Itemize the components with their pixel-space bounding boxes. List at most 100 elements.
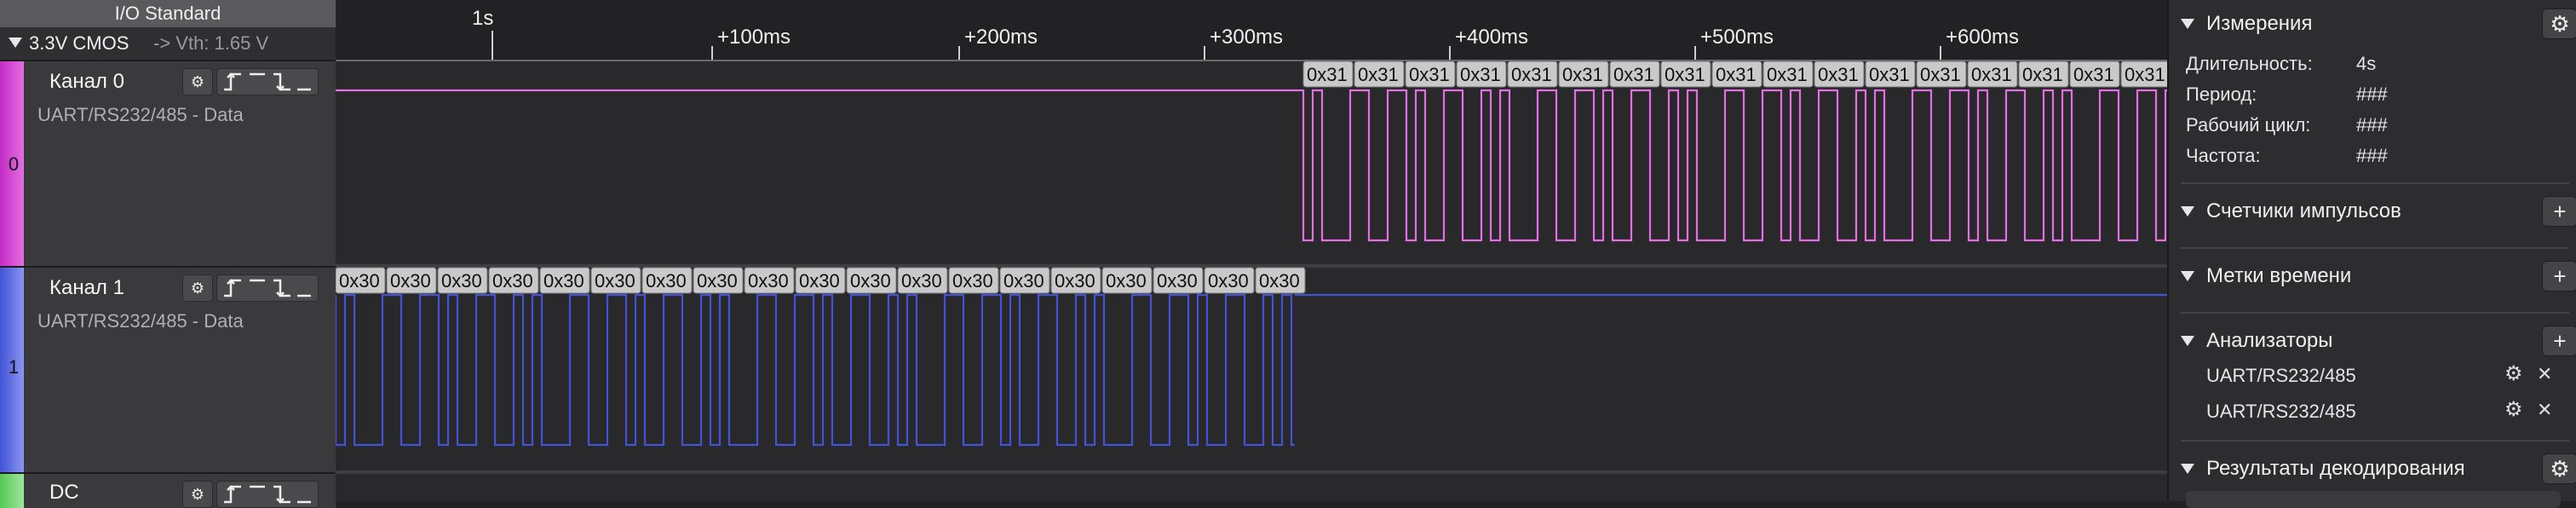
channel-1-decode-label[interactable]: 0x30 [846,267,897,294]
channel-0-decode-label[interactable]: 0x31 [1916,61,1967,88]
channel-1-controls: ⚙ [182,274,319,302]
side-panel: Измерения ⚙ Длительность: 4s Период: ###… [2167,0,2576,508]
channel-1-decode-label[interactable]: 0x30 [744,267,795,294]
decode-label-text: 0x30 [850,270,891,292]
channel-1-decode-label[interactable]: 0x30 [1255,267,1306,294]
decode-label-text: 0x30 [1055,270,1095,292]
collapse-triangle-icon[interactable] [2181,464,2194,474]
channel-1-decode-label[interactable]: 0x30 [1050,267,1101,294]
add-pulse-counter-plus-icon[interactable]: + [2542,196,2576,227]
channel-0-settings-gear-icon[interactable]: ⚙ [182,68,213,95]
measurement-duration: Длительность: 4s [2186,53,2376,75]
decode-label-text: 0x31 [1665,64,1705,85]
channel-1-settings-gear-icon[interactable]: ⚙ [182,274,213,302]
channel-0-trigger-edge-buttons[interactable] [216,68,319,95]
analyzer-item-1[interactable]: UART/RS232/485 [2206,401,2356,423]
analyzer-0-close-icon[interactable]: ✕ [2537,363,2552,385]
measurement-value: 4s [2356,53,2377,74]
analyzer-item-0[interactable]: UART/RS232/485 [2206,365,2356,387]
decode-label-text: 0x30 [952,270,993,292]
channel-panel: I/O Standard 3.3V CMOS -> Vth: 1.65 V 0 … [0,0,336,508]
decode-results-settings-gear-icon[interactable]: ⚙ [2542,453,2576,484]
collapse-triangle-icon[interactable] [2181,19,2194,29]
io-voltage-select[interactable]: 3.3V CMOS [29,32,129,55]
channel-1-decode-label[interactable]: 0x30 [948,267,999,294]
channel-0-decode-label[interactable]: 0x31 [2069,61,2120,88]
logic-analyzer-window: I/O Standard 3.3V CMOS -> Vth: 1.65 V 0 … [0,0,2576,508]
decode-label-text: 0x30 [901,270,942,292]
decode-label-text: 0x30 [1208,270,1249,292]
channel-1-decode-label[interactable]: 0x30 [693,267,744,294]
channel-0-decode-label[interactable]: 0x31 [1814,61,1865,88]
channel-dc-controls: ⚙ [182,481,319,508]
channel-separator [336,264,2167,268]
channel-0-decode-label[interactable]: 0x31 [1660,61,1711,88]
add-timestamp-plus-icon[interactable]: + [2542,261,2576,292]
channel-row-dc[interactable]: DC ⚙ [0,472,336,508]
channel-1-name[interactable]: Канал 1 [49,276,124,300]
channel-1-decode-label[interactable]: 0x30 [999,267,1050,294]
waveform-area[interactable]: 1s +100ms +200ms +300ms +400ms +500ms +6… [336,0,2167,501]
decode-label-text: 0x31 [1409,64,1450,85]
channel-dc-trigger-edge-buttons[interactable] [216,481,319,508]
decode-results-search-field[interactable] [2186,491,2561,508]
channel-0-decode-label[interactable]: 0x31 [1711,61,1762,88]
collapse-triangle-icon[interactable] [2181,271,2194,281]
channel-1-decode-label[interactable]: 0x30 [590,267,641,294]
channel-0-name[interactable]: Канал 0 [49,70,124,94]
channel-1-trace [336,293,1295,447]
channel-0-decode-label[interactable]: 0x31 [1558,61,1609,88]
measurement-key: Частота: [2186,145,2261,166]
channel-dc-settings-gear-icon[interactable]: ⚙ [182,481,213,508]
collapse-triangle-icon[interactable] [2181,336,2194,346]
channel-0-decode-label[interactable]: 0x31 [2018,61,2069,88]
channel-1-decode-label[interactable]: 0x30 [897,267,948,294]
decode-label-text: 0x30 [1106,270,1147,292]
io-standard-header: I/O Standard 3.3V CMOS -> Vth: 1.65 V [0,0,336,61]
channel-1-trigger-edge-buttons[interactable] [216,274,319,302]
channel-1-decode-label[interactable]: 0x30 [437,267,488,294]
channel-row-0[interactable]: 0 Канал 0 ⚙ UART/RS232/485 - Data [0,60,336,266]
channel-1-decode-label[interactable]: 0x30 [539,267,590,294]
measurement-key: Длительность: [2186,53,2313,74]
collapse-triangle-icon[interactable] [2181,206,2194,216]
decode-label-text: 0x31 [1613,64,1654,85]
channel-0-decode-label[interactable]: 0x31 [1302,61,1354,88]
channel-0-decode-label[interactable]: 0x31 [1507,61,1558,88]
channel-1-decode-label[interactable]: 0x30 [1153,267,1204,294]
channel-1-decode-label[interactable]: 0x30 [1101,267,1153,294]
channel-1-decode-label[interactable]: 0x30 [336,267,386,294]
collapse-triangle-icon[interactable] [9,38,22,48]
analyzer-0-gear-icon[interactable]: ⚙ [2504,361,2523,386]
channel-row-1[interactable]: 1 Канал 1 ⚙ UART/RS232/485 - Data [0,266,336,472]
measurements-settings-gear-icon[interactable]: ⚙ [2542,9,2576,39]
channel-0-decode-label[interactable]: 0x31 [2120,61,2167,88]
channel-0-decode-label[interactable]: 0x31 [1967,61,2018,88]
analyzer-1-close-icon[interactable]: ✕ [2537,399,2552,421]
decode-label-text: 0x31 [1716,64,1757,85]
analyzers-title: Анализаторы [2206,329,2333,352]
decode-label-text: 0x31 [2125,64,2165,85]
channel-0-decode-label[interactable]: 0x31 [1354,61,1405,88]
divider [2181,312,2569,314]
measurement-period: Период: ### [2186,84,2388,106]
channel-0-decode-label[interactable]: 0x31 [1762,61,1814,88]
channel-1-decode-label[interactable]: 0x30 [1204,267,1255,294]
channel-1-decode-label[interactable]: 0x30 [386,267,437,294]
waveform-traces: 0x31 0x31 0x31 0x31 0x31 0x31 0x31 0x31 0x31 0x31… [336,31,2167,474]
channel-0-decode-label[interactable]: 0x31 [1609,61,1660,88]
channel-separator [336,470,2167,474]
analyzer-1-gear-icon[interactable]: ⚙ [2504,397,2523,422]
channel-1-decode-label[interactable]: 0x30 [795,267,846,294]
channel-0-decode-label[interactable]: 0x31 [1456,61,1507,88]
channel-0-decode-label[interactable]: 0x31 [1405,61,1456,88]
decode-label-text: 0x31 [1818,64,1859,85]
channel-0-decode-label[interactable]: 0x31 [1865,61,1916,88]
channel-1-decode-label[interactable]: 0x30 [641,267,693,294]
decode-label-text: 0x31 [1920,64,1961,85]
add-analyzer-plus-icon[interactable]: + [2542,326,2576,356]
measurement-value: ### [2356,84,2388,105]
channel-1-decode-label[interactable]: 0x30 [488,267,539,294]
decode-label-text: 0x31 [1460,64,1501,85]
measurement-frequency: Частота: ### [2186,145,2388,167]
